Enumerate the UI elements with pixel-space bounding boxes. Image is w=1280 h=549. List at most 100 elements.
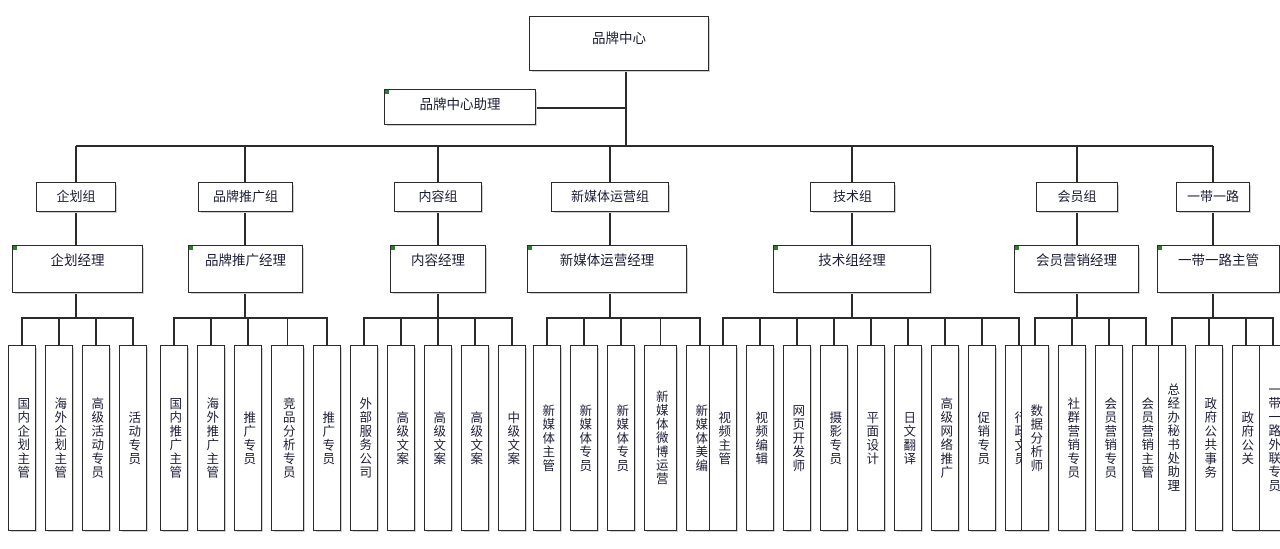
connector-assistant-link <box>536 107 626 109</box>
leaf-label: 高级网络推广 <box>938 396 953 480</box>
connector-leaf-stem <box>851 293 854 317</box>
manager-box-3[interactable]: 内容经理 <box>390 245 486 293</box>
leaf-box-1-4[interactable]: 活动专员 <box>119 345 147 531</box>
node-label: 品牌中心助理 <box>419 97 501 112</box>
connector-leaf-drop <box>474 317 476 345</box>
leaf-box-5-3[interactable]: 网页开发师 <box>783 345 811 531</box>
leaf-label: 中级文案 <box>505 410 520 466</box>
leaf-box-5-7[interactable]: 高级网络推广 <box>931 345 959 531</box>
unit-box-2[interactable]: 品牌推广组 <box>198 182 293 212</box>
manager-box-7[interactable]: 一带一路主管 <box>1157 245 1280 293</box>
leaf-box-5-4[interactable]: 摄影专员 <box>820 345 848 531</box>
leaf-box-3-4[interactable]: 高级文案 <box>461 345 489 531</box>
unit-box-6[interactable]: 会员组 <box>1036 182 1118 212</box>
leaf-box-7-3[interactable]: 政府公关 <box>1232 345 1260 531</box>
leaf-box-2-5[interactable]: 推广专员 <box>313 345 341 531</box>
leaf-label: 高级文案 <box>468 410 483 466</box>
leaf-label: 高级文案 <box>394 410 409 466</box>
connector-leaf-drop <box>132 317 134 345</box>
leaf-box-3-3[interactable]: 高级文案 <box>424 345 452 531</box>
connector-leaf-drop <box>759 317 761 345</box>
leaf-box-1-2[interactable]: 海外企划主管 <box>45 345 73 531</box>
leaf-label: 一带一路外联专员 <box>1266 383 1280 493</box>
leaf-box-6-2[interactable]: 社群营销专员 <box>1058 345 1086 531</box>
leaf-box-7-4[interactable]: 一带一路外联专员 <box>1259 345 1280 531</box>
leaf-box-4-3[interactable]: 新媒体专员 <box>607 345 635 531</box>
connector-leaf-drop <box>1145 317 1147 345</box>
connector-leaf-drop <box>944 317 946 345</box>
connector-leaf-drop <box>583 317 585 345</box>
connector-leaf-stem <box>244 293 247 317</box>
connector-unit-drop <box>1076 146 1078 182</box>
leaf-label: 新媒体美编 <box>693 403 708 473</box>
leaf-box-5-6[interactable]: 日文翻译 <box>894 345 922 531</box>
leaf-label: 高级文案 <box>431 410 446 466</box>
manager-box-4[interactable]: 新媒体运营经理 <box>527 245 687 293</box>
connector-leaf-drop <box>1108 317 1110 345</box>
leaf-box-2-3[interactable]: 推广专员 <box>234 345 262 531</box>
node-root-brand-center[interactable]: 品牌中心 <box>529 16 709 71</box>
leaf-box-6-4[interactable]: 会员营销主管 <box>1132 345 1160 531</box>
unit-label: 技术组 <box>832 188 872 204</box>
leaf-label: 海外推广主管 <box>204 396 219 480</box>
connector-leaf-drop <box>326 317 328 345</box>
leaf-box-3-5[interactable]: 中级文案 <box>498 345 526 531</box>
unit-box-3[interactable]: 内容组 <box>394 182 482 212</box>
leaf-label: 促销专员 <box>975 410 990 466</box>
leaf-box-4-4[interactable]: 新媒体微博运营 <box>644 345 677 531</box>
connector-leaf-bus <box>547 317 700 319</box>
manager-box-2[interactable]: 品牌推广经理 <box>188 245 303 293</box>
leaf-box-5-2[interactable]: 视频编辑 <box>746 345 774 531</box>
connector-leaf-drop <box>907 317 909 345</box>
leaf-box-6-1[interactable]: 数据分析师 <box>1021 345 1049 531</box>
leaf-label: 新媒体微博运营 <box>653 390 668 486</box>
unit-box-1[interactable]: 企划组 <box>36 182 116 212</box>
leaf-label: 推广专员 <box>320 410 335 466</box>
connector-leaf-drop <box>210 317 212 345</box>
manager-box-6[interactable]: 会员营销经理 <box>1014 245 1139 293</box>
leaf-box-7-2[interactable]: 政府公共事务 <box>1195 345 1223 531</box>
leaf-label: 数据分析师 <box>1028 403 1043 473</box>
leaf-box-4-1[interactable]: 新媒体主管 <box>533 345 561 531</box>
unit-label: 品牌推广组 <box>212 188 278 204</box>
leaf-box-6-3[interactable]: 会员营销专员 <box>1095 345 1123 531</box>
leaf-box-1-1[interactable]: 国内企划主管 <box>8 345 36 531</box>
leaf-box-1-3[interactable]: 高级活动专员 <box>82 345 110 531</box>
connector-unit-drop <box>437 146 439 182</box>
connector-manager-stem <box>244 212 247 245</box>
connector-leaf-drop <box>58 317 60 345</box>
unit-box-5[interactable]: 技术组 <box>810 182 895 212</box>
leaf-box-5-5[interactable]: 平面设计 <box>857 345 885 531</box>
manager-box-1[interactable]: 企划经理 <box>12 245 143 293</box>
connector-leaf-drop <box>1034 317 1036 345</box>
leaf-box-7-1[interactable]: 总经办秘书处助理 <box>1158 345 1186 531</box>
manager-label: 会员营销经理 <box>1036 253 1117 268</box>
unit-box-7[interactable]: 一带一路 <box>1176 182 1250 212</box>
leaf-box-4-2[interactable]: 新媒体专员 <box>570 345 598 531</box>
node-label: 品牌中心 <box>592 31 646 46</box>
leaf-box-5-8[interactable]: 促销专员 <box>968 345 996 531</box>
connector-leaf-drop <box>400 317 402 345</box>
connector-leaf-drop <box>1208 317 1210 345</box>
connector-leaf-drop <box>620 317 622 345</box>
leaf-box-2-1[interactable]: 国内推广主管 <box>160 345 188 531</box>
connector-leaf-drop <box>659 317 662 345</box>
leaf-label: 竞品分析专员 <box>280 396 295 480</box>
connector-unit-drop <box>75 146 77 182</box>
connector-leaf-drop <box>870 317 872 345</box>
node-assistant[interactable]: 品牌中心助理 <box>384 89 536 125</box>
leaf-box-3-2[interactable]: 高级文案 <box>387 345 415 531</box>
connector-leaf-drop <box>1071 317 1073 345</box>
connector-leaf-bus <box>1035 317 1146 319</box>
manager-label: 品牌推广经理 <box>205 253 286 268</box>
leaf-box-2-4[interactable]: 竞品分析专员 <box>271 345 304 531</box>
manager-label: 企划经理 <box>50 253 105 268</box>
leaf-box-2-2[interactable]: 海外推广主管 <box>197 345 225 531</box>
connector-leaf-drop <box>981 317 983 345</box>
leaf-box-5-1[interactable]: 视频主管 <box>709 345 737 531</box>
unit-box-4[interactable]: 新媒体运营组 <box>551 182 669 212</box>
leaf-box-3-1[interactable]: 外部服务公司 <box>350 345 378 531</box>
manager-box-5[interactable]: 技术组经理 <box>773 245 931 293</box>
connector-unit-drop <box>244 146 246 182</box>
leaf-label: 国内推广主管 <box>167 396 182 480</box>
